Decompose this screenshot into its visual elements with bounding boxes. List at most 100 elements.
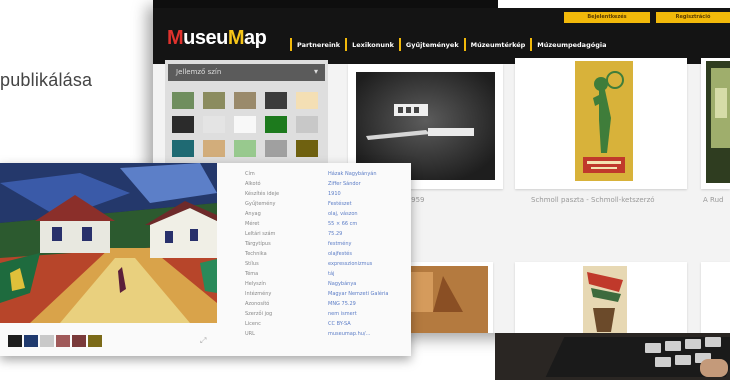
metadata-row: Alkotó Ziffer Sándor	[245, 181, 411, 190]
metadata-key: Helyszín	[245, 281, 266, 287]
color-swatch[interactable]	[296, 116, 318, 133]
metadata-key: Cím	[245, 171, 255, 177]
metadata-key: Licenc	[245, 321, 261, 327]
metadata-value[interactable]: olaj, vászon	[328, 211, 358, 217]
metadata-value[interactable]: Házak Nagybányán	[328, 171, 377, 177]
top-strip	[153, 0, 730, 8]
metadata-key: Tárgytípus	[245, 241, 271, 247]
register-button[interactable]: Regisztráció	[656, 12, 730, 23]
metadata-row: Készítés ideje 1910	[245, 191, 411, 200]
color-swatch[interactable]	[203, 116, 225, 133]
color-select-label: Jellemző szín	[176, 68, 222, 76]
metadata-row: Cím Házak Nagybányán	[245, 171, 411, 180]
nav-item-collections[interactable]: Gyűjtemények	[406, 41, 459, 49]
main-nav: Partnereink Lexikonunk Gyűjtemények Múze…	[285, 38, 606, 51]
color-select[interactable]: Jellemző szín ▾	[168, 64, 325, 81]
color-swatch[interactable]	[172, 140, 194, 157]
metadata-key: Gyűjtemény	[245, 201, 276, 207]
color-swatch[interactable]	[234, 92, 256, 109]
metadata-row: Licenc CC BY-SA	[245, 321, 411, 330]
metadata-row: URL museumap.hu/...	[245, 331, 411, 340]
metadata-key: Anyag	[245, 211, 261, 217]
metadata-value[interactable]: nem ismert	[328, 311, 357, 317]
metadata-key: URL	[245, 331, 255, 337]
metadata-row: Anyag olaj, vászon	[245, 211, 411, 220]
metadata-value[interactable]: museumap.hu/...	[328, 331, 370, 337]
metadata-row: Téma táj	[245, 271, 411, 280]
metadata-row: Gyűjtemény Festészet	[245, 201, 411, 210]
palette-color[interactable]	[56, 335, 70, 347]
result-caption-2: Schmoll paszta - Schmoll-ketszerzó	[531, 196, 655, 204]
metadata-row: Tárgytípus festmény	[245, 241, 411, 250]
metadata-value[interactable]: CC BY-SA	[328, 321, 351, 327]
metadata-row: Technika olajfestés	[245, 251, 411, 260]
metadata-value[interactable]: 55 × 66 cm	[328, 221, 357, 227]
metadata-value[interactable]: Magyar Nemzeti Galéria	[328, 291, 388, 297]
nav-item-pedagogy[interactable]: Múzeumpedagógia	[537, 41, 606, 49]
color-swatch[interactable]	[265, 140, 287, 157]
nav-item-partners[interactable]: Partnereink	[297, 41, 340, 49]
metadata-row: Szerzői jog nem ismert	[245, 311, 411, 320]
metadata-key: Alkotó	[245, 181, 261, 187]
artwork-image[interactable]	[0, 163, 217, 323]
color-swatch[interactable]	[172, 116, 194, 133]
metadata-value[interactable]: 1910	[328, 191, 341, 197]
result-card-bottom-2[interactable]	[515, 262, 687, 333]
color-swatch[interactable]	[296, 140, 318, 157]
metadata-key: Azonosító	[245, 301, 270, 307]
metadata-row: Azonosító MNG 75.29	[245, 301, 411, 310]
color-swatch[interactable]	[296, 92, 318, 109]
metadata-value[interactable]: olajfestés	[328, 251, 352, 257]
metadata-key: Stílus	[245, 261, 259, 267]
result-caption-3: A Rud	[703, 196, 724, 204]
metadata-key: Készítés ideje	[245, 191, 280, 197]
metadata-value[interactable]: expresszionizmus	[328, 261, 372, 267]
color-swatch[interactable]	[203, 92, 225, 109]
metadata-row: Méret 55 × 66 cm	[245, 221, 411, 230]
metadata-value[interactable]: festmény	[328, 241, 351, 247]
metadata-row: Stílus expresszionizmus	[245, 261, 411, 270]
color-swatch[interactable]	[234, 140, 256, 157]
result-card-schmoll[interactable]	[515, 58, 687, 189]
palette-color[interactable]	[24, 335, 38, 347]
result-card-partial[interactable]	[701, 58, 730, 189]
palette-color[interactable]	[88, 335, 102, 347]
museumap-logo[interactable]: MuseuMap	[167, 27, 267, 50]
result-card-bottom-3[interactable]	[701, 262, 730, 333]
metadata-row: Helyszín Nagybánya	[245, 281, 411, 290]
metadata-value[interactable]: táj	[328, 271, 334, 277]
metadata-value[interactable]: Ziffer Sándor	[328, 181, 361, 187]
metadata-key: Leltári szám	[245, 231, 276, 237]
metadata-key: Intézmény	[245, 291, 272, 297]
palette-color[interactable]	[72, 335, 86, 347]
landscape-photo	[701, 58, 730, 189]
metadata-row: Intézmény Magyar Nemzeti Galéria	[245, 291, 411, 300]
artwork-detail-window: Cím Házak Nagybányán Alkotó Ziffer Sándor Ké…	[0, 163, 411, 356]
metadata-value[interactable]: 75.29	[328, 231, 342, 237]
metadata-key: Téma	[245, 271, 259, 277]
color-swatch[interactable]	[265, 116, 287, 133]
metadata-value[interactable]: Festészet	[328, 201, 352, 207]
metadata-value[interactable]: MNG 75.29	[328, 301, 356, 307]
metadata-key: Technika	[245, 251, 267, 257]
laptop-photo	[495, 333, 730, 380]
color-swatch[interactable]	[265, 92, 287, 109]
color-swatch[interactable]	[172, 92, 194, 109]
metadata-value[interactable]: Nagybánya	[328, 281, 356, 287]
metadata-key: Méret	[245, 221, 260, 227]
color-swatch[interactable]	[234, 116, 256, 133]
chevron-down-icon: ▾	[313, 67, 318, 76]
metadata-row: Leltári szám 75.29	[245, 231, 411, 240]
nav-item-lexicon[interactable]: Lexikonunk	[352, 41, 394, 49]
expand-icon[interactable]: ⤢	[200, 336, 206, 346]
schmoll-poster	[515, 58, 687, 189]
poster-thumb	[515, 262, 687, 333]
background-heading: publikálása	[0, 70, 93, 90]
metadata-key: Szerzői jog	[245, 311, 273, 317]
palette-color[interactable]	[40, 335, 54, 347]
nav-item-map[interactable]: Múzeumtérkép	[471, 41, 526, 49]
palette-color[interactable]	[8, 335, 22, 347]
color-filter-panel: Jellemző szín ▾	[165, 60, 328, 170]
login-button[interactable]: Bejelentkezés	[564, 12, 650, 23]
color-swatch[interactable]	[203, 140, 225, 157]
